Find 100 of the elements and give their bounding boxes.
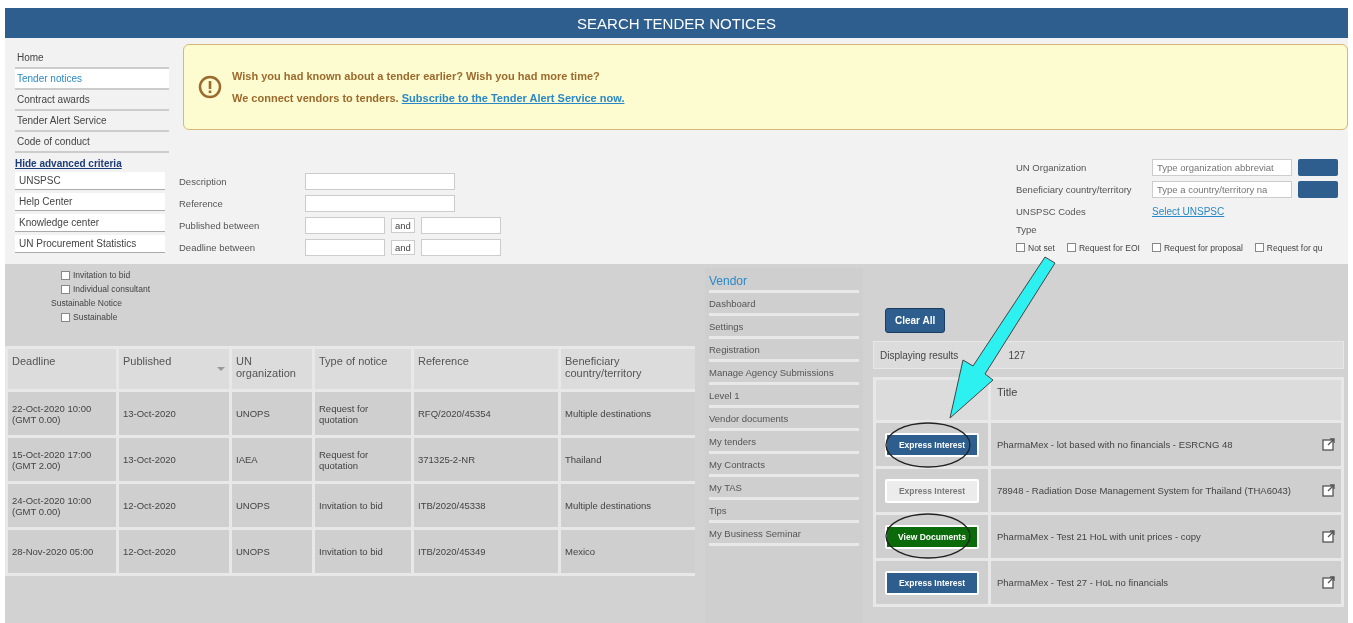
table-cell: Thailand xyxy=(561,438,695,481)
menu-item[interactable]: My TAS xyxy=(709,479,859,500)
range-joiner: and xyxy=(391,240,415,255)
express-interest-button[interactable]: Express Interest xyxy=(885,432,979,457)
date-field[interactable] xyxy=(305,239,385,256)
nav-item[interactable]: Contract awards xyxy=(15,90,169,111)
menu-item[interactable]: Manage Agency Submissions xyxy=(709,364,859,385)
table-cell: UNOPS xyxy=(232,484,312,527)
page-header: SEARCH TENDER NOTICES xyxy=(5,8,1348,38)
table-cell: ITB/2020/45338 xyxy=(414,484,558,527)
nav-item[interactable]: Tender Alert Service xyxy=(15,111,169,132)
column-header[interactable]: Published xyxy=(119,349,229,389)
text-field[interactable] xyxy=(305,195,455,212)
column-header[interactable]: Type of notice xyxy=(315,349,411,389)
deadline-date: 22-Oct-2020 10:00 xyxy=(12,402,93,414)
checkbox-label: Not set xyxy=(1028,242,1055,253)
time-zone: (GMT 0.00) xyxy=(12,413,62,425)
checkbox[interactable] xyxy=(1016,243,1025,252)
section-label: Sustainable Notice xyxy=(51,298,123,308)
menu-item[interactable]: Registration xyxy=(709,341,859,362)
menu-item[interactable]: My Business Seminar xyxy=(709,525,859,546)
date-field[interactable] xyxy=(305,217,385,234)
checkbox[interactable] xyxy=(1151,243,1161,252)
checkbox-label: Request for qu xyxy=(1266,242,1323,253)
column-header[interactable]: Deadline xyxy=(8,349,116,389)
banner-headline: Wish you had known about a tender earlier? Wish you had more time? xyxy=(232,70,601,82)
field-label: Beneficiary country/territory xyxy=(1016,184,1133,195)
table-cell: ITB/2020/45349 xyxy=(414,530,558,573)
menu-item[interactable]: My Contracts xyxy=(709,456,859,477)
express-interest-button[interactable]: Express Interest xyxy=(885,570,979,595)
menu-item[interactable]: Knowledge center xyxy=(15,214,165,232)
column-header[interactable]: UN organization xyxy=(232,349,312,389)
field-label: Description xyxy=(179,176,228,187)
alert-icon xyxy=(198,75,222,99)
column-header[interactable]: Title xyxy=(991,380,1341,420)
checkbox[interactable] xyxy=(1254,243,1264,252)
field-label: Published between xyxy=(179,220,261,231)
table-cell: Request for quotation xyxy=(315,392,411,435)
advanced-criteria-link[interactable]: Hide advanced criteria xyxy=(15,158,165,169)
menu-item[interactable]: Tips xyxy=(709,502,859,523)
checkbox-label: Individual consultant xyxy=(73,284,151,294)
nav-item[interactable]: Tender notices xyxy=(15,69,169,90)
menu-item[interactable]: Vendor documents xyxy=(709,410,859,431)
external-link-icon[interactable] xyxy=(1322,438,1335,451)
time-zone: (GMT 2.00) xyxy=(12,459,62,471)
results-summary: Displaying results xyxy=(880,349,959,361)
menu-item[interactable]: My tenders xyxy=(709,433,859,454)
menu-item[interactable]: Level 1 xyxy=(709,387,859,408)
table-cell: Multiple destinations xyxy=(561,484,695,527)
table-cell: 12-Oct-2020 xyxy=(119,484,229,527)
checkbox[interactable] xyxy=(61,312,70,322)
menu-item[interactable]: UNSPSC xyxy=(15,172,165,190)
notice-title: PharmaMex - Test 27 - HoL no financials xyxy=(997,577,1170,588)
menu-item[interactable]: Help Center xyxy=(15,193,165,211)
external-link-icon[interactable] xyxy=(1322,576,1335,589)
search-field[interactable]: Type organization abbreviat xyxy=(1152,159,1292,176)
table-cell: Invitation to bid xyxy=(315,484,411,527)
subscribe-link[interactable]: Subscribe to the Tender Alert Service now. xyxy=(401,92,625,104)
notice-title: PharmaMex - lot based with no financials - ESRCNG 48 xyxy=(997,439,1234,450)
checkbox-label: Invitation to bid xyxy=(73,270,131,280)
select-unspsc-link[interactable]: Select UNSPSC xyxy=(1152,206,1225,217)
checkbox-label: Sustainable xyxy=(73,312,118,322)
view-documents-button[interactable]: View Documents xyxy=(885,524,979,549)
table-cell: Mexico xyxy=(561,530,695,573)
menu-item[interactable]: Dashboard xyxy=(709,295,859,316)
checkbox-label: Request for EOI xyxy=(1078,242,1140,253)
date-field[interactable] xyxy=(420,217,501,234)
table-cell: 13-Oct-2020 xyxy=(119,438,229,481)
text-field[interactable] xyxy=(305,173,455,190)
time-zone: (GMT 0.00) xyxy=(12,505,62,517)
checkbox[interactable] xyxy=(61,284,70,294)
field-label: UN Organization xyxy=(1016,162,1088,173)
deadline-date: 28-Nov-2020 05:00 xyxy=(12,546,95,557)
table-cell: IAEA xyxy=(232,438,312,481)
checkbox[interactable] xyxy=(1066,243,1076,252)
date-field[interactable] xyxy=(420,239,501,256)
checkbox[interactable] xyxy=(61,270,70,280)
table-cell: 13-Oct-2020 xyxy=(119,392,229,435)
table-cell: RFQ/2020/45354 xyxy=(414,392,558,435)
notice-title: 78948 - Radiation Dose Management System for Thailand (THA6043) xyxy=(997,485,1292,496)
table-cell: Multiple destinations xyxy=(561,392,695,435)
external-link-icon[interactable] xyxy=(1322,530,1335,543)
clear-all-button[interactable]: Clear All xyxy=(885,308,946,333)
column-header[interactable]: Reference xyxy=(414,349,558,389)
sort-icon[interactable] xyxy=(217,365,225,373)
deadline-date: 15-Oct-2020 17:00 xyxy=(12,448,93,460)
table-cell: UNOPS xyxy=(232,392,312,435)
menu-item[interactable]: Settings xyxy=(709,318,859,339)
checkbox-label: Request for proposal xyxy=(1163,242,1243,253)
search-field[interactable]: Type a country/territory na xyxy=(1152,181,1292,198)
field-label: UNSPSC Codes xyxy=(1016,206,1087,217)
column-header[interactable]: Beneficiary country/territory xyxy=(561,349,695,389)
menu-item[interactable]: UN Procurement Statistics xyxy=(15,235,165,253)
notice-title: PharmaMex - Test 21 HoL with unit prices - copy xyxy=(997,531,1202,542)
field-label: Type xyxy=(1016,224,1038,235)
table-cell: 12-Oct-2020 xyxy=(119,530,229,573)
table-cell: 371325-2-NR xyxy=(414,438,558,481)
results-count: 127 xyxy=(1008,349,1026,361)
table-cell: Request for quotation xyxy=(315,438,411,481)
external-link-icon[interactable] xyxy=(1322,484,1335,497)
